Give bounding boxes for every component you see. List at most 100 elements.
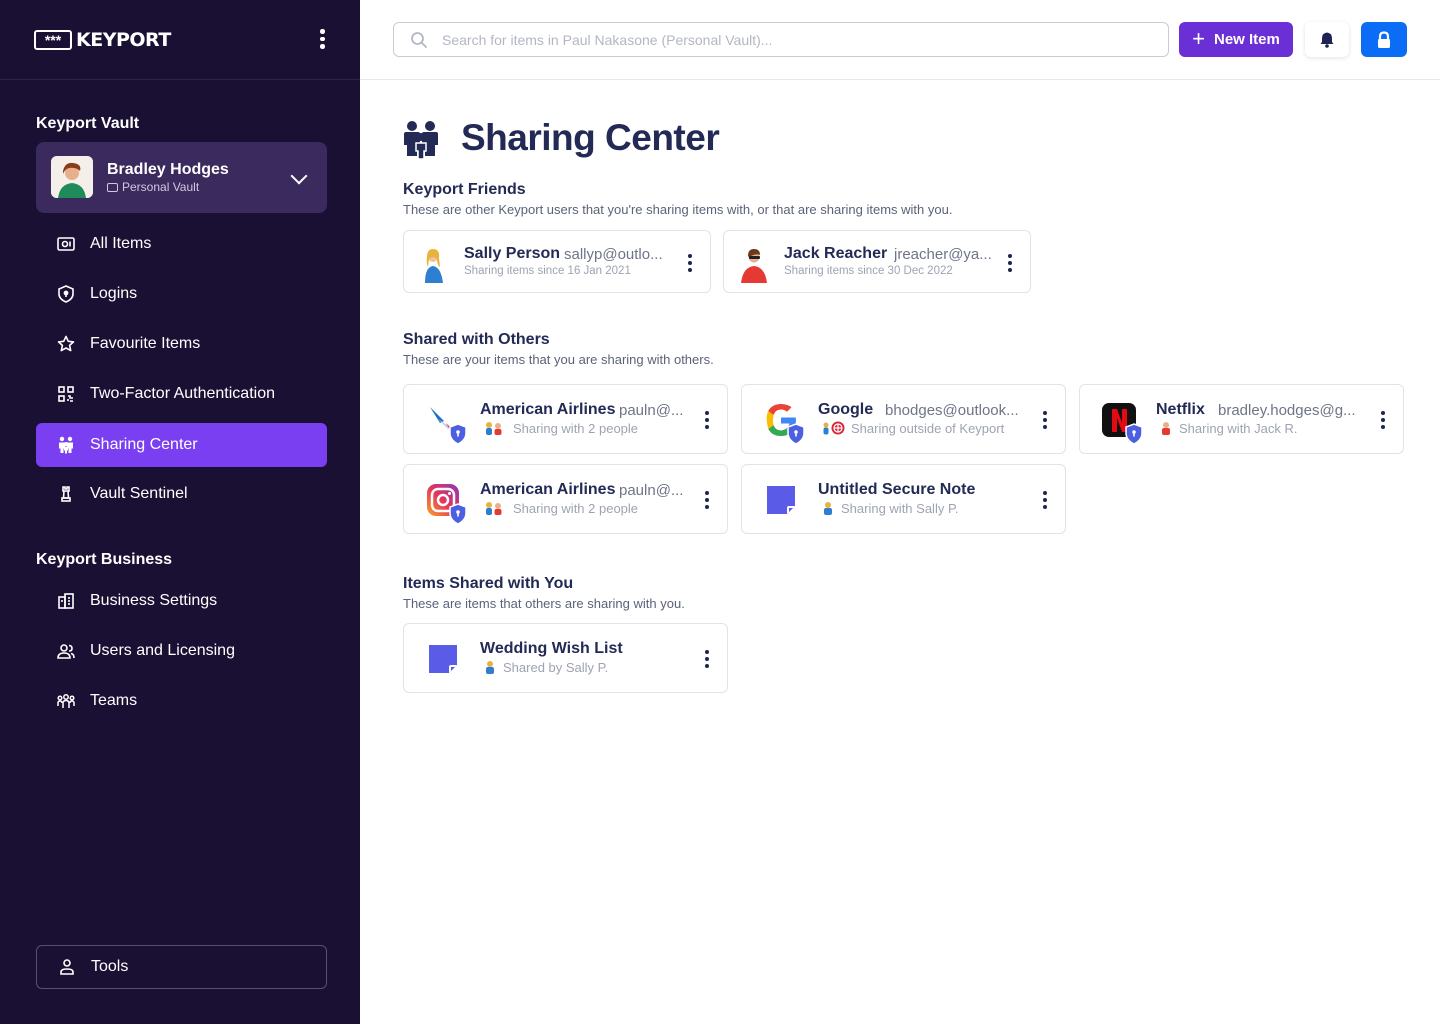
more-options-icon[interactable] — [1381, 411, 1385, 429]
avatar — [51, 156, 93, 198]
sidebar-item-all-items[interactable]: All Items — [36, 222, 327, 266]
vault-icon — [56, 234, 76, 254]
tools-person-icon — [57, 957, 77, 977]
sidebar-item-label: Logins — [90, 285, 138, 302]
friend-card[interactable]: Jack Reacher jreacher@ya... Sharing item… — [723, 230, 1031, 293]
app-menu-icon[interactable] — [320, 29, 325, 49]
share-status: Sharing with 2 people — [513, 421, 639, 436]
sidebar-item-label: Teams — [90, 692, 138, 709]
building-icon — [56, 591, 76, 611]
item-username: bhodges@outlook... — [885, 402, 1019, 419]
friend-since: Sharing items since 30 Dec 2022 — [784, 265, 953, 277]
sidebar-item-users-licensing[interactable]: Users and Licensing — [36, 629, 327, 673]
friend-card[interactable]: Sally Person sallyp@outlo... Sharing ite… — [403, 230, 711, 293]
sharing-center-icon — [403, 120, 439, 165]
chevron-down-icon[interactable] — [290, 167, 308, 185]
more-options-icon[interactable] — [688, 254, 692, 272]
sidebar-item-two-factor[interactable]: Two-Factor Authentication — [36, 372, 327, 416]
brand-row: *** KEYPORT — [0, 0, 360, 80]
sidebar-item-label: Vault Sentinel — [90, 485, 188, 502]
friend-email: sallyp@outlo... — [564, 246, 663, 263]
friend-since: Sharing items since 16 Jan 2021 — [464, 265, 631, 277]
more-options-icon[interactable] — [1043, 491, 1047, 509]
sidebar: *** KEYPORT Keyport Vault Bradley Hodges… — [0, 0, 360, 1024]
tools-button[interactable]: Tools — [36, 945, 327, 989]
qr-icon — [56, 384, 76, 404]
friend-avatar — [425, 249, 443, 283]
shared-item-card[interactable]: Google bhodges@outlook... Sharing outsid… — [741, 384, 1066, 454]
lock-icon — [1378, 30, 1390, 48]
shared-people-icon — [484, 501, 506, 515]
sidebar-item-favourites[interactable]: Favourite Items — [36, 322, 327, 366]
friend-name: Jack Reacher — [784, 245, 888, 262]
item-username: pauln@... — [619, 482, 684, 499]
item-username: bradley.hodges@g... — [1218, 402, 1356, 419]
item-name: Google — [818, 401, 874, 418]
shield-badge-icon — [1125, 423, 1143, 445]
friend-name: Sally Person — [464, 245, 561, 262]
vault-owner-name: Bradley Hodges — [107, 161, 229, 178]
share-status: Sharing with Sally P. — [841, 501, 959, 516]
shared-item-card[interactable]: Untitled Secure Note Sharing with Sally … — [741, 464, 1066, 534]
shared-person-icon — [1160, 421, 1172, 435]
sidebar-item-label: Business Settings — [90, 592, 218, 609]
vault-type: Personal Vault — [107, 180, 199, 194]
sidebar-item-sharing-center[interactable]: Sharing Center — [36, 423, 327, 467]
tools-label: Tools — [91, 958, 129, 975]
item-name: Netflix — [1156, 401, 1205, 418]
note-icon — [762, 481, 800, 519]
logo-mark: *** — [34, 30, 72, 50]
vault-section-title: Keyport Vault — [36, 115, 140, 132]
shared-item-card[interactable]: American Airlines pauln@... Sharing with… — [403, 384, 728, 454]
search-icon — [411, 31, 427, 48]
sidebar-item-teams[interactable]: Teams — [36, 679, 327, 723]
page-title: Sharing Center — [461, 117, 720, 158]
shared-with-others-title: Shared with Others — [403, 331, 550, 348]
bell-icon — [1320, 32, 1334, 48]
sidebar-item-business-settings[interactable]: Business Settings — [36, 579, 327, 623]
note-icon — [424, 640, 462, 678]
vault-switcher[interactable]: Bradley Hodges Personal Vault — [36, 142, 327, 213]
share-status: Sharing outside of Keyport — [851, 421, 1005, 436]
more-options-icon[interactable] — [705, 411, 709, 429]
search-box[interactable] — [393, 22, 1169, 57]
new-item-button[interactable]: + New Item — [1179, 22, 1293, 57]
received-item-card[interactable]: Wedding Wish List Shared by Sally P. — [403, 623, 728, 693]
sidebar-item-label: Users and Licensing — [90, 642, 235, 659]
external-share-icon — [822, 421, 846, 435]
users-icon — [56, 641, 76, 661]
lock-vault-button[interactable] — [1361, 22, 1407, 57]
shield-badge-icon — [449, 423, 467, 445]
more-options-icon[interactable] — [1043, 411, 1047, 429]
shared-people-icon — [484, 421, 506, 435]
keyport-logo[interactable]: *** KEYPORT — [34, 29, 171, 51]
sidebar-item-logins[interactable]: Logins — [36, 272, 327, 316]
netflix-logo — [1100, 401, 1143, 445]
more-options-icon[interactable] — [705, 491, 709, 509]
notifications-button[interactable] — [1305, 22, 1349, 57]
shield-icon — [56, 284, 76, 304]
shared-item-card[interactable]: Netflix bradley.hodges@g... Sharing with… — [1079, 384, 1404, 454]
search-input[interactable] — [442, 31, 1142, 48]
more-options-icon[interactable] — [1008, 254, 1012, 272]
chess-rook-icon — [56, 484, 76, 504]
sidebar-item-vault-sentinel[interactable]: Vault Sentinel — [36, 472, 327, 516]
plus-icon: + — [1192, 25, 1205, 51]
google-logo — [762, 401, 805, 445]
item-name: Untitled Secure Note — [818, 481, 976, 498]
share-status: Sharing with Jack R. — [1179, 421, 1298, 436]
star-icon — [56, 334, 76, 354]
shared-with-you-description: These are items that others are sharing … — [403, 596, 685, 611]
shared-with-others-description: These are your items that you are sharin… — [403, 352, 714, 367]
team-icon — [56, 691, 76, 711]
shared-with-you-title: Items Shared with You — [403, 575, 574, 592]
sidebar-item-label: Two-Factor Authentication — [90, 385, 275, 402]
business-section-title: Keyport Business — [36, 551, 173, 568]
sidebar-item-label: Favourite Items — [90, 335, 201, 352]
sidebar-item-label: Sharing Center — [90, 436, 198, 453]
share-status: Sharing with 2 people — [513, 501, 639, 516]
item-name: American Airlines — [480, 481, 616, 498]
american-airlines-logo — [424, 401, 467, 445]
more-options-icon[interactable] — [705, 650, 709, 668]
shared-item-card[interactable]: American Airlines pauln@... Sharing with… — [403, 464, 728, 534]
